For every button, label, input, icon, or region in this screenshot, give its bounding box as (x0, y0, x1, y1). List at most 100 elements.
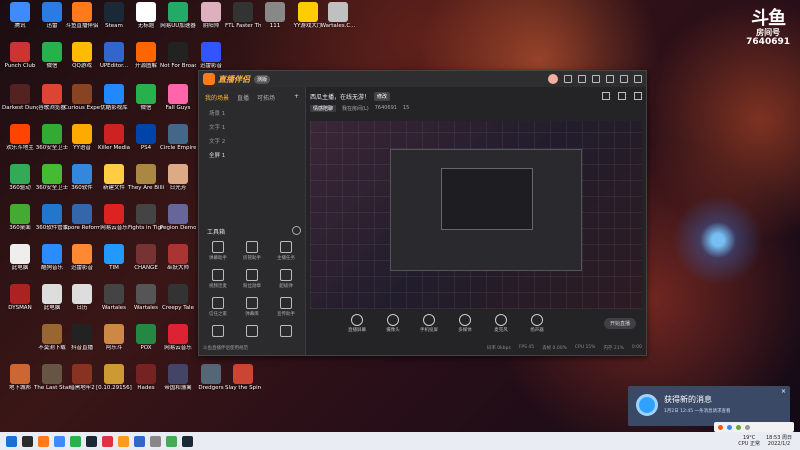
desktop-icon[interactable]: Fall Guys (160, 84, 196, 111)
desktop-icon[interactable]: 优酷影视库 (96, 84, 132, 111)
close-icon[interactable]: × (781, 388, 786, 395)
input-method-bar[interactable] (714, 422, 794, 432)
toolbox-item[interactable]: 粉丝勋章 (237, 269, 267, 289)
taskbar-app-icon[interactable] (118, 435, 129, 447)
room-link[interactable]: 我在房间(L) (342, 105, 369, 112)
toolbox-item[interactable]: 信任之家 (203, 297, 233, 317)
toolbox-item[interactable]: 主播任务 (271, 241, 301, 261)
desktop-icon[interactable]: 开源图解 (128, 42, 164, 69)
source-control[interactable]: 麦克风 (490, 314, 512, 333)
toolbox-item[interactable] (271, 325, 301, 339)
source-control[interactable]: 多媒体 (454, 314, 476, 333)
desktop-icon[interactable]: Pegion Demon (160, 204, 196, 231)
desktop-icon[interactable]: Killer Media (96, 124, 132, 151)
clock[interactable]: 18:53 周日 2022/1/2 (766, 435, 792, 447)
desktop-icon[interactable]: They Are Billions (128, 164, 164, 191)
desktop-icon[interactable]: 阴阳师 (193, 2, 229, 29)
taskbar-app-icon[interactable] (22, 435, 33, 447)
desktop-icon[interactable]: 网易云音乐 (96, 204, 132, 231)
desktop-icon[interactable]: YY语音 (64, 124, 100, 151)
desktop-icon[interactable]: Dredgers (193, 364, 229, 391)
tab-expand[interactable]: 可拓场 (257, 93, 275, 102)
desktop-icon[interactable]: Circle Empire (160, 124, 196, 151)
desktop-icon[interactable]: DYSMAN (2, 284, 38, 311)
desktop-icon[interactable]: 迅雷影音 (193, 42, 229, 69)
desktop-icon[interactable]: 斗鱼直播伴侣 (64, 2, 100, 29)
add-scene-button[interactable]: + (294, 93, 299, 102)
taskbar-app-icon[interactable] (166, 435, 177, 447)
lang-icon[interactable] (727, 424, 732, 430)
desktop-icon[interactable]: Slay the Spire (225, 364, 261, 391)
source-control[interactable]: 摄像头 (382, 314, 404, 333)
desktop-icon[interactable]: Darkest Dungeon (2, 84, 38, 111)
toolbox-item[interactable]: 视频连麦 (203, 269, 233, 289)
toolbox-collapse-icon[interactable] (292, 226, 301, 235)
scene-item-active[interactable]: 全屏 1 (199, 148, 305, 162)
stream-preview[interactable] (310, 121, 642, 309)
sogou-icon[interactable] (718, 424, 723, 430)
taskbar-app-icon[interactable] (102, 435, 113, 447)
desktop-icon[interactable]: 网易云音乐 (160, 324, 196, 351)
skin-icon[interactable] (564, 75, 572, 83)
desktop-icon[interactable]: 微信 (128, 84, 164, 111)
minimize-icon[interactable] (606, 75, 614, 83)
desktop-icon[interactable]: 地下城邦 (2, 364, 38, 391)
taskbar-app-icon[interactable] (134, 435, 145, 447)
desktop-icon[interactable]: Hades (128, 364, 164, 391)
title-bar[interactable]: 直播伴侣 测版 (199, 71, 646, 87)
desktop-icon[interactable]: 抖音直播 (64, 324, 100, 351)
desktop-icon[interactable]: 腾讯 (2, 2, 38, 29)
edit-title-button[interactable]: 修改 (374, 91, 391, 101)
menu-icon[interactable] (592, 75, 600, 83)
share-icon[interactable] (602, 92, 610, 100)
desktop-icon[interactable]: Not For Broadcast (160, 42, 196, 69)
desktop-icon[interactable]: 360软件 (64, 164, 100, 191)
category-tag[interactable]: 情感陪聊 (310, 105, 337, 112)
desktop-icon[interactable]: 360桌面 (2, 204, 38, 231)
start-live-button[interactable]: 开始直播 (603, 318, 636, 329)
desktop-icon[interactable]: Wartales (96, 284, 132, 311)
bell-icon[interactable] (634, 92, 642, 100)
tab-my-scenes[interactable]: 我的场景 (205, 93, 229, 102)
tab-live[interactable]: 直播 (237, 93, 249, 102)
source-control[interactable]: 手机投屏 (418, 314, 440, 333)
avatar[interactable] (548, 74, 558, 84)
taskbar-app-icon[interactable] (182, 435, 193, 447)
taskbar-app-icon[interactable] (150, 435, 161, 447)
source-control[interactable]: 扬声器 (526, 314, 548, 333)
desktop-icon[interactable]: FTL Faster Than Light (225, 2, 261, 29)
desktop-icon[interactable]: 此电脑 (2, 244, 38, 271)
taskbar-app-icon[interactable] (38, 435, 49, 447)
weather[interactable]: 19°C CPU 正常 (738, 435, 760, 447)
desktop-icon[interactable]: 暗黑地牢2 (64, 364, 100, 391)
desktop-icon[interactable]: 日光芳 (160, 164, 196, 191)
scene-item[interactable]: 文字 2 (199, 134, 305, 148)
toolbox-item[interactable]: 超级弹 (271, 269, 301, 289)
toolbox-item[interactable]: 宣传助手 (271, 297, 301, 317)
desktop-icon[interactable]: QQ游戏 (64, 42, 100, 69)
desktop-icon[interactable]: 阿乐斗 (96, 324, 132, 351)
desktop-icon[interactable]: Steam (96, 2, 132, 29)
live-companion-window[interactable]: 直播伴侣 测版 我的场景 直播 可拓场 + 场景 1 文字 1 文字 2 全屏 … (198, 70, 647, 356)
toolbox-item[interactable] (203, 325, 233, 339)
desktop-icon[interactable]: 欢乐斗地主 (2, 124, 38, 151)
desktop-icon[interactable]: 无标题 (128, 2, 164, 29)
desktop-icon[interactable]: Wartales (128, 284, 164, 311)
desktop-icon[interactable]: PS4 (128, 124, 164, 151)
taskbar-app-icon[interactable] (70, 435, 81, 447)
toolbox-item[interactable]: 弹幕助手 (203, 241, 233, 261)
desktop-icon[interactable]: Wartales.C... (320, 2, 356, 29)
desktop-icon[interactable]: 巫妖大师 (160, 244, 196, 271)
taskbar-app-icon[interactable] (54, 435, 65, 447)
taskbar-app-icon[interactable] (6, 435, 17, 447)
source-control[interactable]: 直播屏幕 (346, 314, 368, 333)
desktop-icon[interactable]: Spore Reformed (64, 204, 100, 231)
scene-item[interactable]: 场景 1 (199, 106, 305, 120)
desktop-icon[interactable]: UPEditor... (96, 42, 132, 69)
lock-icon[interactable] (618, 92, 626, 100)
desktop-icon[interactable]: Fights in Tight (128, 204, 164, 231)
desktop-icon[interactable]: CHANGE (128, 244, 164, 271)
toolbox-item[interactable] (237, 325, 267, 339)
usage-notice[interactable]: 斗鱼直播伴侣使用规范 (203, 345, 248, 351)
toolbox-item[interactable]: 弹幕库 (237, 297, 267, 317)
